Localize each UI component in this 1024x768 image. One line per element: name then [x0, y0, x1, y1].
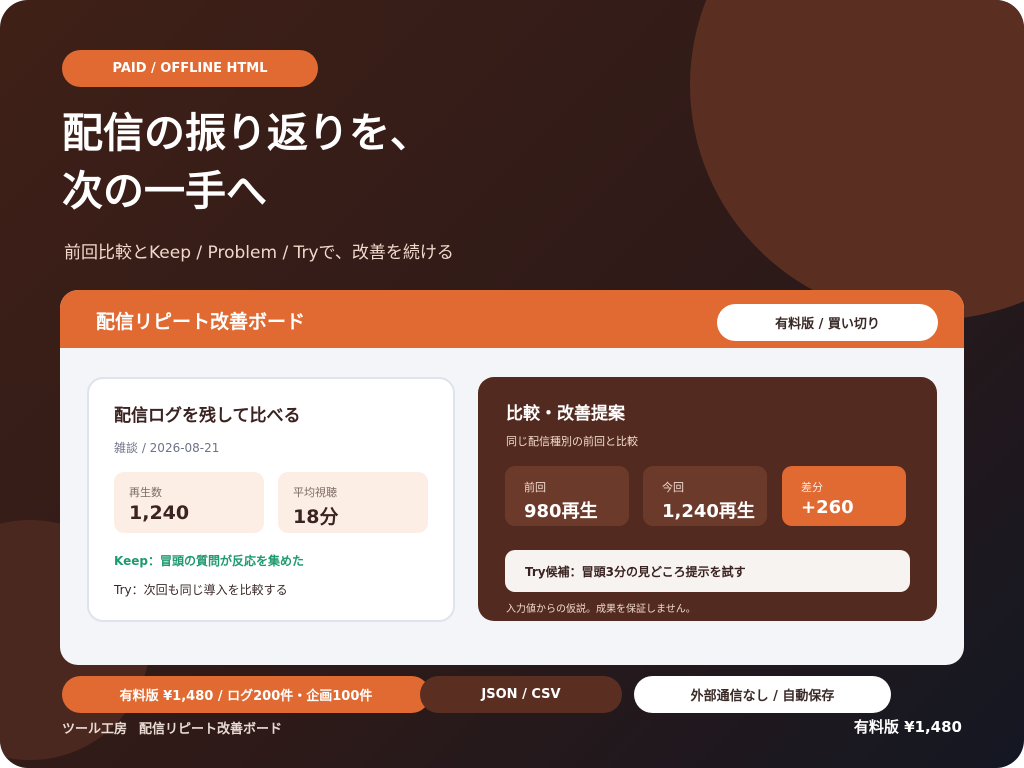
stat-label: 再生数	[129, 486, 162, 499]
compare-diff: 差分 +260	[782, 466, 906, 526]
stat-value: 18分	[293, 506, 339, 528]
compare-label: 今回	[662, 481, 684, 494]
compare-value: +260	[801, 497, 854, 518]
price-chip: 有料版 ¥1,480 / ログ200件・企画100件	[62, 676, 430, 713]
offline-chip: 外部通信なし / 自動保存	[634, 676, 891, 713]
compare-value: 980再生	[524, 501, 598, 522]
headline-line-2: 次の一手へ	[62, 167, 267, 215]
subtitle: 前回比較とKeep / Problem / Tryで、改善を続ける	[64, 243, 454, 263]
paid-offline-badge: PAID / OFFLINE HTML	[62, 50, 318, 87]
footer-brand: ツール工房 配信リピート改善ボード	[62, 718, 294, 737]
compare-value: 1,240再生	[662, 501, 755, 522]
edition-tag: 有料版 / 買い切り	[717, 304, 938, 341]
keep-note: Keep：冒頭の質問が反応を集めた	[114, 554, 304, 568]
board-panel: 配信リピート改善ボード 有料版 / 買い切り 配信ログを残して比べる 雑談 / …	[60, 290, 964, 665]
try-candidate: Try候補：冒頭3分の見どころ提示を試す	[505, 550, 910, 592]
product-name: 配信リピート改善ボード	[139, 722, 283, 737]
compare-label: 差分	[801, 481, 823, 494]
stat-views: 再生数 1,240	[114, 472, 264, 533]
headline: 配信の振り返りを、 次の一手へ	[62, 104, 662, 220]
log-entry-date: 雑談 / 2026-08-21	[114, 441, 220, 455]
disclaimer: 入力値からの仮説。成果を保証しません。	[506, 604, 696, 615]
board-title: 配信リピート改善ボード	[96, 311, 306, 333]
compare-card-title: 比較・改善提案	[506, 404, 625, 424]
try-note: Try：次回も同じ導入を比較する	[114, 583, 288, 597]
brand-name: ツール工房	[62, 722, 128, 737]
stat-label: 平均視聴	[293, 486, 337, 499]
stat-value: 1,240	[129, 502, 190, 524]
compare-previous: 前回 980再生	[505, 466, 629, 526]
board-header: 配信リピート改善ボード 有料版 / 買い切り	[60, 290, 964, 348]
compare-card: 比較・改善提案 同じ配信種別の前回と比較 前回 980再生 今回 1,240再生…	[478, 377, 937, 621]
log-card-title: 配信ログを残して比べる	[114, 406, 301, 426]
log-card: 配信ログを残して比べる 雑談 / 2026-08-21 再生数 1,240 平均…	[87, 377, 455, 622]
footer-price: 有料版 ¥1,480	[853, 718, 962, 736]
decorative-circle	[690, 0, 1024, 320]
formats-chip: JSON / CSV	[420, 676, 622, 713]
stat-avg-watch: 平均視聴 18分	[278, 472, 428, 533]
compare-card-subtitle: 同じ配信種別の前回と比較	[506, 435, 638, 448]
headline-line-1: 配信の振り返りを、	[62, 109, 431, 157]
compare-label: 前回	[524, 481, 546, 494]
compare-current: 今回 1,240再生	[643, 466, 767, 526]
promo-frame: PAID / OFFLINE HTML 配信の振り返りを、 次の一手へ 前回比較…	[0, 0, 1024, 768]
